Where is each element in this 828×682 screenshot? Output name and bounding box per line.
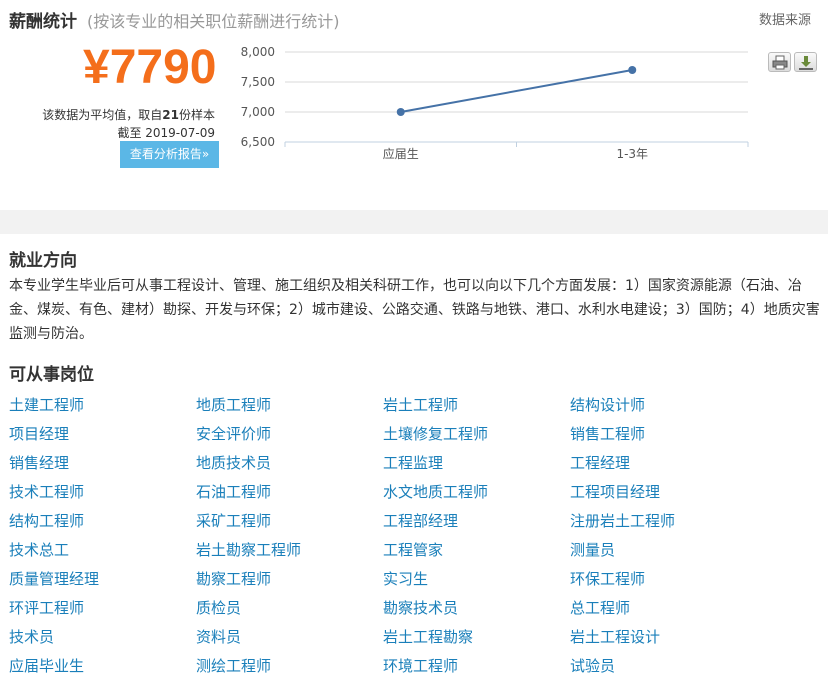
job-link[interactable]: 勘察技术员 [383, 597, 458, 618]
job-link[interactable]: 注册岩土工程师 [570, 510, 675, 531]
average-note: 该数据为平均值，取自21份样本 [42, 106, 215, 123]
view-report-button[interactable]: 查看分析报告» [120, 141, 219, 168]
job-link[interactable]: 技术员 [9, 626, 54, 647]
job-link[interactable]: 项目经理 [9, 423, 69, 444]
job-link[interactable]: 资料员 [196, 626, 241, 647]
data-point [396, 108, 405, 116]
y-tick-label: 8,000 [241, 45, 275, 59]
job-link[interactable]: 质量管理经理 [9, 568, 99, 589]
job-link[interactable]: 结构设计师 [570, 394, 645, 415]
salary-title: 薪酬统计 [9, 12, 77, 32]
job-link[interactable]: 岩土工程设计 [570, 626, 660, 647]
job-link[interactable]: 技术工程师 [9, 481, 84, 502]
job-link[interactable]: 技术总工 [9, 539, 69, 560]
job-link[interactable]: 结构工程师 [9, 510, 84, 531]
job-link[interactable]: 销售经理 [9, 452, 69, 473]
job-link[interactable]: 水文地质工程师 [383, 481, 488, 502]
average-note-prefix: 该数据为平均值，取自 [42, 108, 163, 122]
job-link[interactable]: 地质工程师 [196, 394, 271, 415]
job-link[interactable]: 工程部经理 [383, 510, 458, 531]
job-link[interactable]: 工程监理 [383, 452, 443, 473]
job-link[interactable]: 环境工程师 [383, 655, 458, 676]
download-icon [799, 56, 813, 70]
series-line [400, 69, 633, 113]
salary-chart: 8,000 7,500 7,000 6,500 应届生 1-3年 [230, 40, 760, 170]
job-link[interactable]: 测绘工程师 [196, 655, 271, 676]
y-tick-label: 6,500 [241, 135, 275, 149]
job-link[interactable]: 土壤修复工程师 [383, 423, 488, 444]
job-link[interactable]: 测量员 [570, 539, 615, 560]
print-icon [772, 55, 788, 70]
job-link[interactable]: 安全评价师 [196, 423, 271, 444]
job-link[interactable]: 环保工程师 [570, 568, 645, 589]
y-tick-label: 7,500 [241, 75, 275, 89]
y-tick-label: 7,000 [241, 105, 275, 119]
job-link[interactable]: 应届毕业生 [9, 655, 84, 676]
average-salary: ¥7790 [83, 41, 217, 94]
average-note-suffix: 份样本 [178, 108, 215, 122]
employment-text: 本专业学生毕业后可从事工程设计、管理、施工组织及相关科研工作，也可以向以下几个方… [9, 278, 820, 342]
job-link[interactable]: 试验员 [570, 655, 615, 676]
data-point [628, 66, 637, 74]
job-link[interactable]: 岩土勘察工程师 [196, 539, 301, 560]
data-source-link[interactable]: 数据来源 [759, 9, 811, 28]
job-link[interactable]: 采矿工程师 [196, 510, 271, 531]
x-tick-label: 应届生 [383, 146, 419, 161]
print-button[interactable] [768, 52, 791, 72]
job-link[interactable]: 岩土工程勘察 [383, 626, 473, 647]
salary-line-chart: 8,000 7,500 7,000 6,500 应届生 1-3年 [241, 45, 749, 161]
salary-subtitle: (按该专业的相关职位薪酬进行统计) [87, 12, 340, 31]
employment-title: 就业方向 [9, 251, 77, 271]
section-divider [0, 210, 828, 234]
job-link[interactable]: 实习生 [383, 568, 428, 589]
job-link[interactable]: 土建工程师 [9, 394, 84, 415]
job-link[interactable]: 工程经理 [570, 452, 630, 473]
download-button[interactable] [794, 52, 817, 72]
job-link[interactable]: 环评工程师 [9, 597, 84, 618]
job-link[interactable]: 石油工程师 [196, 481, 271, 502]
job-link[interactable]: 地质技术员 [196, 452, 271, 473]
sample-count: 21 [162, 108, 179, 122]
jobs-title: 可从事岗位 [9, 365, 94, 385]
job-link[interactable]: 销售工程师 [570, 423, 645, 444]
job-link[interactable]: 总工程师 [570, 597, 630, 618]
job-link[interactable]: 勘察工程师 [196, 568, 271, 589]
date-note: 截至 2019-07-09 [117, 126, 215, 140]
job-link[interactable]: 质检员 [196, 597, 241, 618]
x-tick-label: 1-3年 [616, 147, 648, 161]
job-link[interactable]: 岩土工程师 [383, 394, 458, 415]
job-link[interactable]: 工程项目经理 [570, 481, 660, 502]
salary-section: 薪酬统计 (按该专业的相关职位薪酬进行统计) 数据来源 ¥7790 该数据为平均… [0, 0, 828, 210]
job-link[interactable]: 工程管家 [383, 539, 443, 560]
